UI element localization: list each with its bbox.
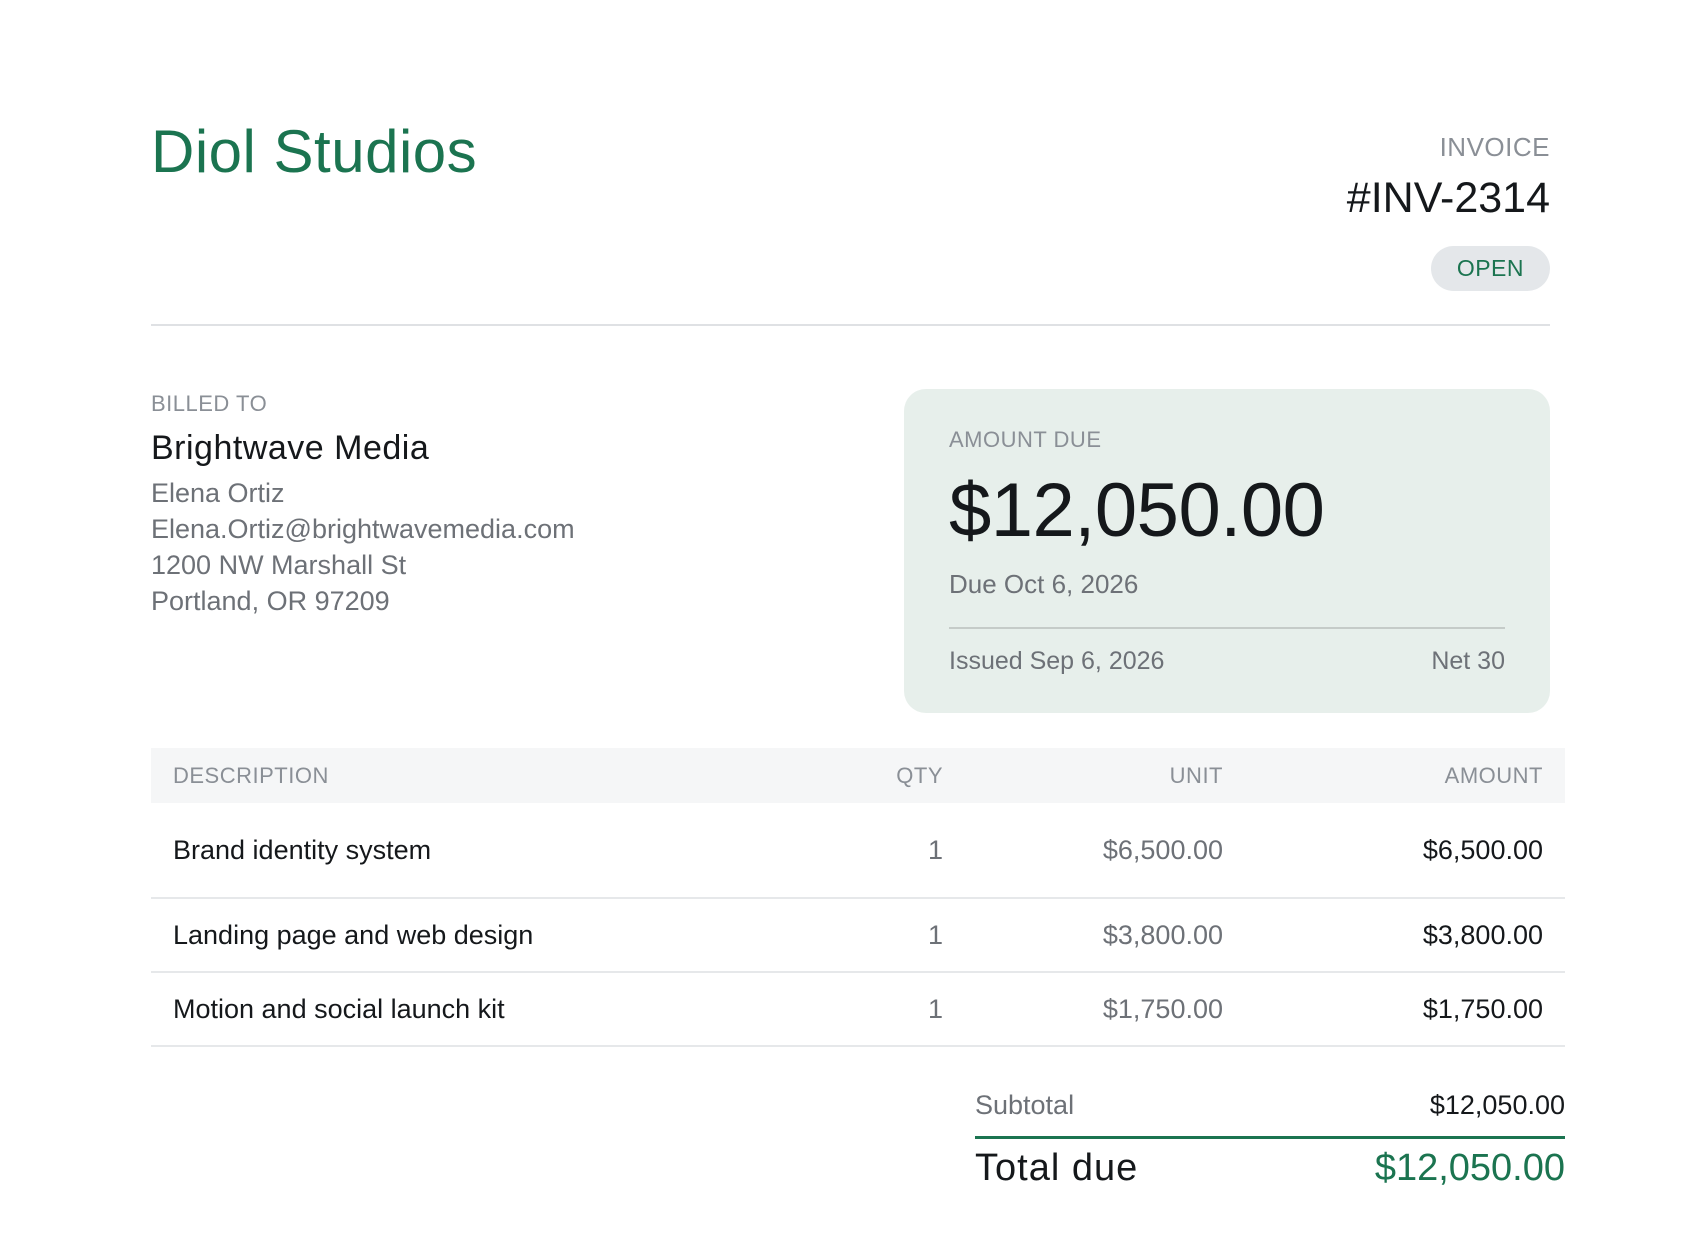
card-footer: Issued Sep 6, 2026 Net 30: [949, 649, 1505, 674]
billed-to-kicker: BILLED TO: [151, 391, 268, 416]
table-row: Landing page and web design 1 $3,800.00 …: [151, 898, 1565, 973]
amount-due-card: AMOUNT DUE $12,050.00 Due Oct 6, 2026 Is…: [904, 389, 1550, 713]
row-qty: 1: [783, 972, 943, 1047]
invoice-header: Diol Studios INVOICE #INV-2314 OPEN: [151, 118, 1550, 326]
row-description: Landing page and web design: [151, 898, 783, 973]
issued-date: Issued Sep 6, 2026: [949, 647, 1165, 675]
invoice-id-block: INVOICE #INV-2314 OPEN: [1347, 134, 1550, 291]
table-row: Motion and social launch kit 1 $1,750.00…: [151, 972, 1565, 1047]
client-details: Elena Ortiz Elena.Ortiz@brightwavemedia.…: [151, 475, 575, 619]
row-amount: $1,750.00: [1223, 972, 1565, 1047]
client-city: Portland, OR 97209: [151, 586, 390, 616]
card-divider: [949, 627, 1505, 629]
subtotal-row: Subtotal $12,050.00: [975, 1090, 1565, 1139]
billed-to-block: BILLED TO Brightwave Media Elena Ortiz E…: [151, 393, 575, 619]
client-email: Elena.Ortiz@brightwavemedia.com: [151, 514, 575, 544]
totals-block: Subtotal $12,050.00 Total due $12,050.00: [975, 1090, 1565, 1190]
vendor-name: Diol Studios: [151, 118, 478, 185]
col-header-description: DESCRIPTION: [173, 762, 329, 788]
col-header-amount: AMOUNT: [1444, 762, 1543, 788]
total-due-row: Total due $12,050.00: [975, 1147, 1565, 1190]
total-due-label: Total due: [975, 1147, 1139, 1189]
invoice-page: Diol Studios INVOICE #INV-2314 OPEN BILL…: [0, 0, 1700, 1260]
table-row: Brand identity system 1 $6,500.00 $6,500…: [151, 803, 1565, 899]
status-badge: OPEN: [1430, 246, 1550, 291]
row-unit: $1,750.00: [943, 972, 1223, 1047]
table-header-row: DESCRIPTION QTY UNIT AMOUNT: [151, 748, 1565, 803]
row-qty: 1: [783, 898, 943, 973]
subtotal-value: $12,050.00: [1429, 1090, 1565, 1120]
client-street: 1200 NW Marshall St: [151, 550, 407, 580]
amount-due-value: $12,050.00: [949, 468, 1325, 553]
col-header-qty: QTY: [896, 762, 943, 788]
payment-terms: Net 30: [1431, 647, 1505, 675]
client-contact: Elena Ortiz: [151, 478, 285, 508]
client-company: Brightwave Media: [151, 429, 430, 467]
due-date: Due Oct 6, 2026: [949, 569, 1139, 599]
total-due-value: $12,050.00: [1374, 1147, 1565, 1189]
row-unit: $3,800.00: [943, 898, 1223, 973]
invoice-kicker: INVOICE: [1439, 132, 1550, 162]
line-items-table: DESCRIPTION QTY UNIT AMOUNT Brand identi…: [151, 748, 1565, 1047]
subtotal-label: Subtotal: [975, 1090, 1075, 1120]
row-amount: $3,800.00: [1223, 898, 1565, 973]
row-unit: $6,500.00: [943, 803, 1223, 899]
row-description: Brand identity system: [151, 803, 783, 899]
row-amount: $6,500.00: [1223, 803, 1565, 899]
invoice-number: #INV-2314: [1346, 174, 1550, 222]
row-qty: 1: [783, 803, 943, 899]
billing-section: BILLED TO Brightwave Media Elena Ortiz E…: [151, 326, 1550, 713]
row-description: Motion and social launch kit: [151, 972, 783, 1047]
amount-due-kicker: AMOUNT DUE: [949, 427, 1102, 452]
col-header-unit: UNIT: [1169, 762, 1223, 788]
